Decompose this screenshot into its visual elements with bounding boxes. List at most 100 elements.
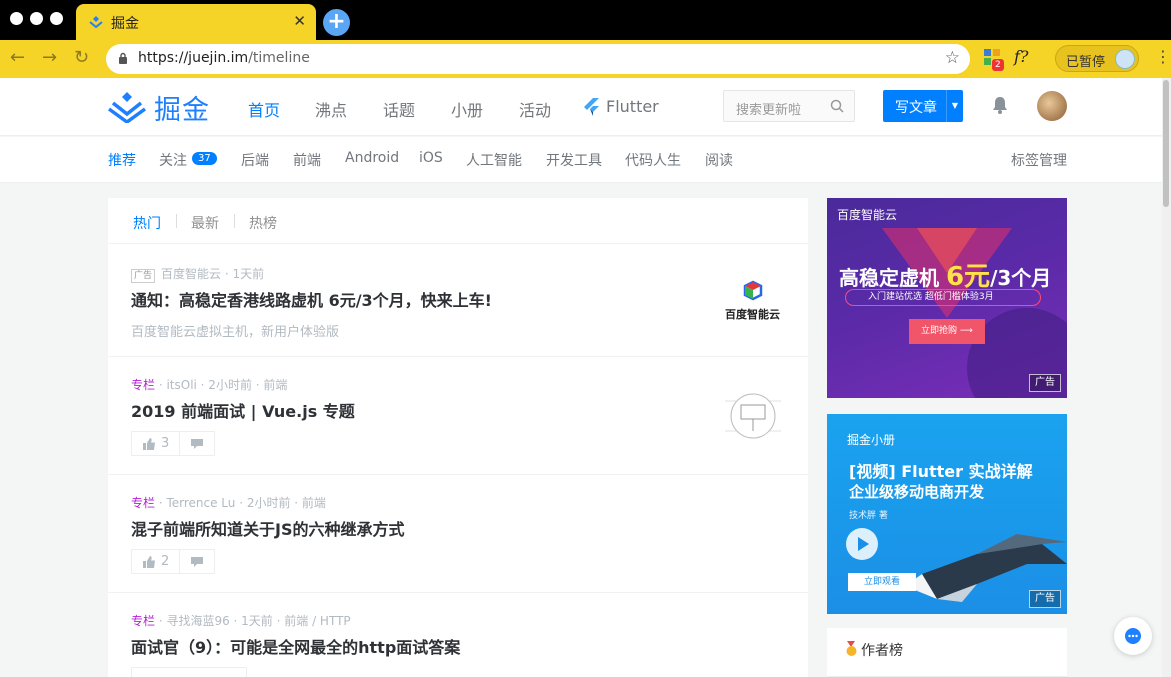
nav-topics[interactable]: 话题 [383, 97, 415, 121]
address-text: https://juejin.im/timeline [138, 50, 310, 66]
write-dropdown-icon[interactable]: ▼ [946, 90, 963, 122]
tab-divider [176, 214, 177, 228]
browser-tab[interactable]: 掘金 ✕ [76, 4, 316, 40]
author-ranking-title: 作者榜 [861, 643, 903, 659]
ad-author: 技术胖 著 [849, 511, 888, 521]
entry-title[interactable]: 通知：高稳定香港线路虚机 6元/3个月，快来上车! [131, 287, 492, 311]
profile-avatar [1115, 49, 1135, 69]
tab-divider [234, 214, 235, 228]
category-recommended[interactable]: 推荐 [108, 150, 136, 170]
watch-now-button[interactable]: 立即观看 [848, 573, 916, 591]
feed-entry[interactable]: 专栏 · 寻找海蓝96 · 1天前 · 前端 / HTTP 面试官（9）：可能是… [108, 593, 808, 677]
play-icon[interactable] [846, 528, 878, 560]
like-count: 2 [161, 554, 170, 569]
feed-entry-ad[interactable]: 广告 百度智能云 · 1天前 通知：高稳定香港线路虚机 6元/3个月，快来上车! … [108, 244, 808, 357]
browser-menu-icon[interactable]: ⋮ [1155, 47, 1171, 66]
entry-meta: 专栏 · 寻找海蓝96 · 1天前 · 前端 / HTTP [131, 614, 351, 628]
nav-home[interactable]: 首页 [248, 97, 280, 121]
juejin-logo-icon[interactable] [108, 89, 146, 123]
tab-ranking[interactable]: 热榜 [249, 213, 277, 233]
ad-promo-pill: 入门建站优选 超低门槛体验3月 [845, 289, 1041, 306]
baidu-cloud-ad-banner[interactable]: 百度智能云 高稳定虚机 6元/3个月 入门建站优选 超低门槛体验3月 立即抢购 … [827, 198, 1067, 398]
nav-pins[interactable]: 沸点 [315, 97, 347, 121]
article-feed: 热门 最新 热榜 广告 百度智能云 · 1天前 通知：高稳定香港线路虚机 6元/3… [108, 198, 808, 677]
nav-flutter[interactable]: Flutter [606, 97, 659, 116]
feed-entry[interactable]: 专栏 · Terrence Lu · 2小时前 · 前端 混子前端所知道关于JS… [108, 475, 808, 593]
window-close-button[interactable] [10, 12, 23, 25]
window-minimize-button[interactable] [30, 12, 43, 25]
write-article-button[interactable]: 写文章 ▼ [883, 90, 963, 122]
tab-title: 掘金 [111, 16, 139, 32]
baidu-cloud-thumbnail[interactable]: 百度智能云 [723, 280, 783, 330]
browser-toolbar: ← → ↻ https://juejin.im/timeline ☆ 2 f? … [0, 40, 1171, 78]
following-count-badge: 37 [192, 152, 217, 165]
extension-grid-icon[interactable]: 2 [983, 48, 1005, 71]
comment-button[interactable] [179, 550, 214, 573]
scrollbar-thumb[interactable] [1163, 80, 1169, 207]
chat-bubble-icon [1125, 628, 1141, 644]
ad-brand: 百度智能云 [837, 208, 898, 222]
ad-title-line1: [视频] Flutter 实战详解 [849, 462, 1033, 481]
ad-label: 广告 [1029, 590, 1061, 608]
comment-icon [191, 556, 204, 567]
juejin-book-ad-banner[interactable]: 掘金小册 [视频] Flutter 实战详解 企业级移动电商开发 技术胖 著 立… [827, 414, 1067, 614]
extension-badge: 2 [992, 59, 1004, 71]
like-button[interactable]: 3 [132, 432, 179, 455]
entry-actions: 3 [131, 431, 216, 456]
bookmark-star-icon[interactable]: ☆ [945, 48, 960, 68]
entry-title[interactable]: 混子前端所知道关于JS的六种继承方式 [131, 516, 404, 540]
category-nav: 推荐 关注 37 后端 前端 Android iOS 人工智能 开发工具 代码人… [0, 137, 1162, 183]
entry-title[interactable]: 面试官（9）：可能是全网最全的http面试答案 [131, 634, 460, 658]
comment-icon [191, 438, 204, 449]
entry-subtitle: 百度智能云虚拟主机，新用户体验版 [131, 325, 340, 340]
back-arrow-icon[interactable]: ← [10, 47, 25, 68]
nav-books[interactable]: 小册 [451, 97, 483, 121]
column-tag: 专栏 [131, 496, 156, 510]
column-tag: 专栏 [131, 378, 156, 392]
category-ios[interactable]: iOS [419, 150, 443, 166]
chat-support-button[interactable] [1114, 617, 1152, 655]
thumbnail-brand-text: 百度智能云 [725, 308, 780, 321]
category-frontend[interactable]: 前端 [293, 150, 321, 170]
profile-status-label: 已暂停 [1066, 55, 1106, 70]
entry-meta: 广告 百度智能云 · 1天前 [131, 265, 264, 283]
search-input[interactable]: 搜索更新啦 [723, 90, 855, 122]
new-tab-button[interactable]: + [323, 9, 350, 36]
article-thumbnail[interactable] [723, 391, 783, 441]
entry-title[interactable]: 2019 前端面试 | Vue.js 专题 [131, 398, 355, 422]
category-devtools[interactable]: 开发工具 [546, 150, 602, 170]
like-button[interactable]: 2 [132, 550, 179, 573]
category-reading[interactable]: 阅读 [705, 150, 733, 170]
comment-button[interactable] [179, 432, 214, 455]
ad-headline: 高稳定虚机 6元/3个月 [839, 262, 1052, 292]
category-following[interactable]: 关注 [159, 150, 187, 170]
tab-hot[interactable]: 热门 [133, 213, 161, 233]
ad-tag: 广告 [131, 269, 156, 283]
ad-label: 广告 [1029, 374, 1061, 392]
tab-close-icon[interactable]: ✕ [293, 12, 306, 30]
formula-extension-icon[interactable]: f? [1014, 47, 1029, 66]
category-code-life[interactable]: 代码人生 [625, 150, 681, 170]
address-bar[interactable]: https://juejin.im/timeline ☆ [106, 44, 970, 74]
window-zoom-button[interactable] [50, 12, 63, 25]
medal-icon [846, 641, 857, 656]
category-android[interactable]: Android [345, 150, 399, 166]
thumbs-up-icon [143, 556, 155, 568]
entry-meta: 专栏 · itsOli · 2小时前 · 前端 [131, 378, 288, 392]
tag-management-link[interactable]: 标签管理 [1011, 150, 1067, 170]
profile-button[interactable]: 已暂停 [1055, 45, 1139, 72]
juejin-favicon-icon [89, 16, 103, 29]
ad-buy-button[interactable]: 立即抢购 ⟶ [909, 319, 985, 344]
reload-icon[interactable]: ↻ [74, 47, 89, 68]
forward-arrow-icon[interactable]: → [42, 47, 57, 68]
category-backend[interactable]: 后端 [241, 150, 269, 170]
column-tag: 专栏 [131, 614, 156, 628]
tab-latest[interactable]: 最新 [191, 213, 219, 233]
nav-events[interactable]: 活动 [519, 97, 551, 121]
notification-bell-icon[interactable] [990, 95, 1010, 115]
user-avatar[interactable] [1037, 91, 1067, 121]
search-icon[interactable] [830, 99, 844, 113]
logo-text[interactable]: 掘金 [154, 88, 210, 127]
category-ai[interactable]: 人工智能 [466, 150, 522, 170]
feed-entry[interactable]: 专栏 · itsOli · 2小时前 · 前端 2019 前端面试 | Vue.… [108, 357, 808, 475]
